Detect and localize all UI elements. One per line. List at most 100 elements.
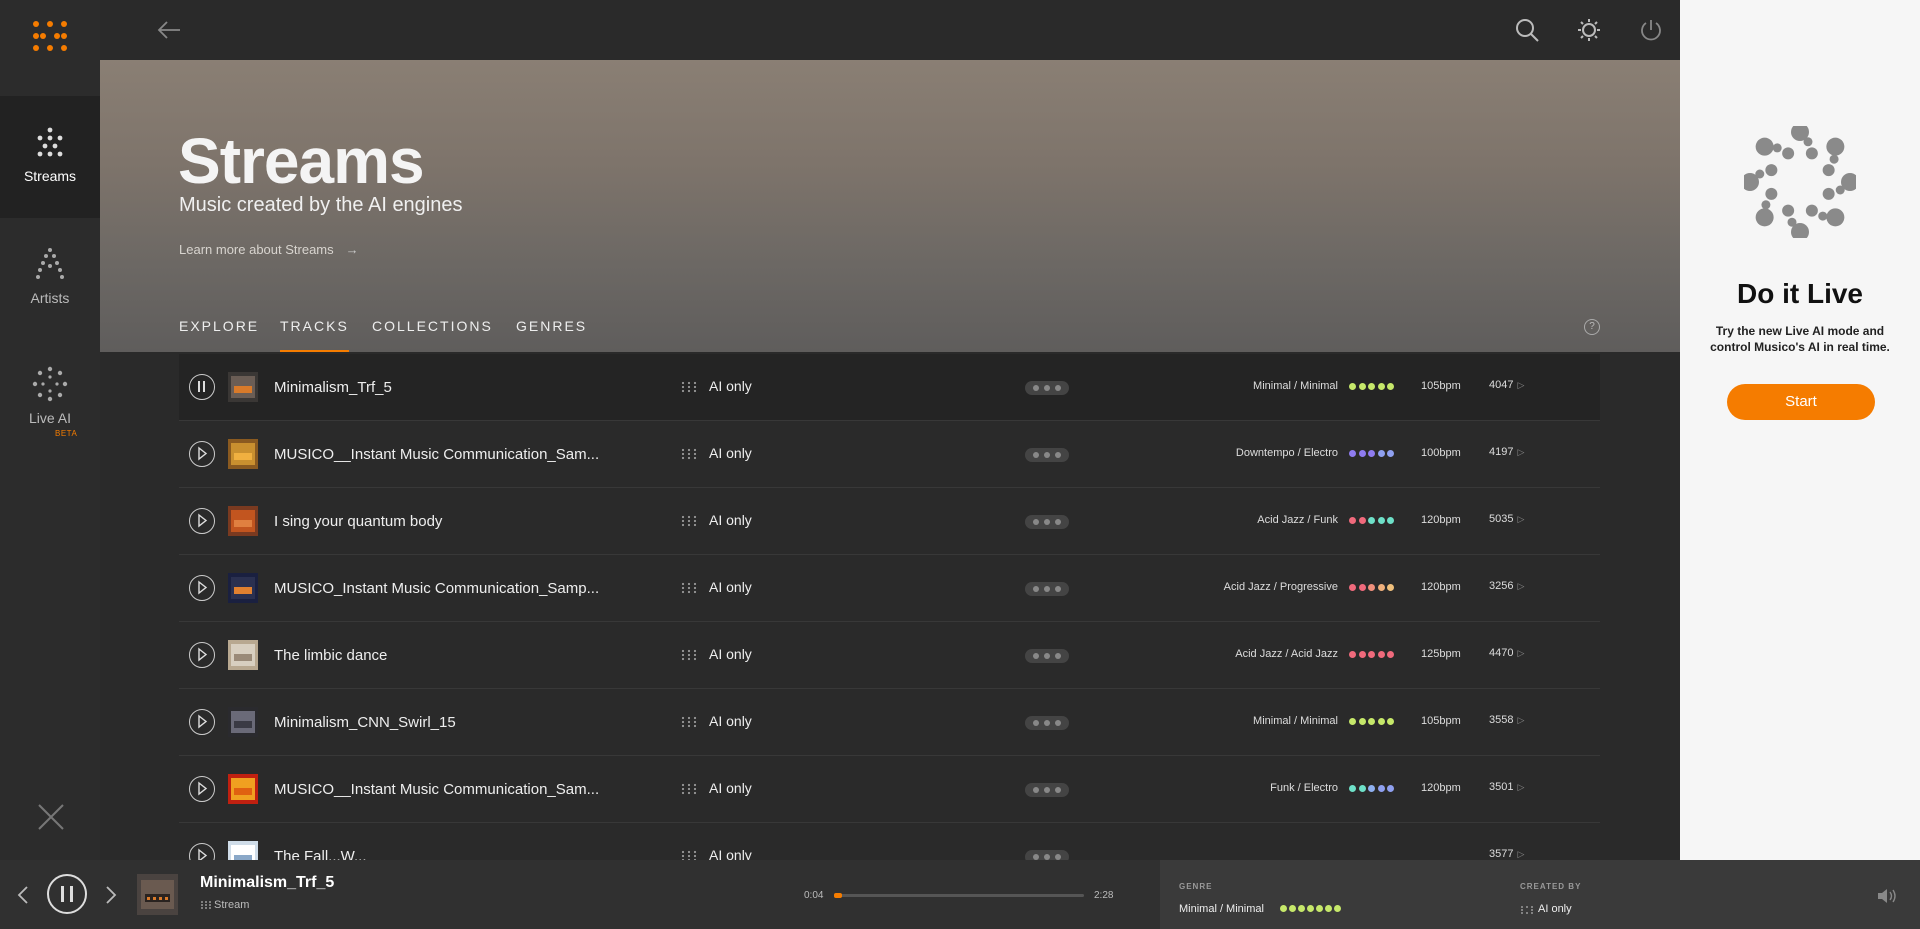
genre-color-dots — [1349, 651, 1399, 659]
genre-color-dots — [1349, 718, 1399, 726]
left-rail: Streams Artists Live AI BETA — [0, 0, 100, 860]
play-count-icon: ▷ — [1517, 849, 1525, 859]
now-playing-title[interactable]: Minimalism_Trf_5 — [200, 874, 334, 892]
track-row[interactable]: MUSICO__Instant Music Communication_Sam.… — [179, 421, 1600, 488]
more-options-button[interactable] — [1025, 448, 1069, 462]
search-icon[interactable] — [1514, 17, 1540, 43]
track-genre: Acid Jazz / Funk — [1257, 514, 1338, 526]
more-options-button[interactable] — [1025, 850, 1069, 860]
musico-logo-icon[interactable] — [28, 14, 72, 58]
tab-tracks[interactable]: TRACKS — [280, 318, 349, 352]
tab-explore[interactable]: EXPLORE — [179, 318, 259, 352]
ai-creator-icon — [681, 582, 697, 594]
rail-item-streams[interactable]: Streams — [0, 96, 100, 218]
track-title[interactable]: The limbic dance — [274, 647, 387, 664]
track-title[interactable]: Minimalism_CNN_Swirl_15 — [274, 714, 456, 731]
play-button[interactable] — [189, 575, 215, 601]
rail-item-label: Live AI — [28, 410, 72, 426]
more-options-button[interactable] — [1025, 582, 1069, 596]
gear-icon[interactable] — [1576, 17, 1602, 43]
track-artwork — [228, 841, 258, 860]
rail-item-label: Streams — [23, 168, 77, 184]
more-options-button[interactable] — [1025, 381, 1069, 395]
volume-icon[interactable] — [1876, 887, 1898, 905]
track-title[interactable]: MUSICO_Instant Music Communication_Samp.… — [274, 580, 599, 597]
more-options-button[interactable] — [1025, 716, 1069, 730]
learn-more-link[interactable]: Learn more about Streams → — [179, 242, 359, 257]
track-row[interactable]: I sing your quantum body AI only Acid Ja… — [179, 488, 1600, 555]
track-row[interactable]: The limbic dance AI only Acid Jazz / Aci… — [179, 622, 1600, 689]
more-options-button[interactable] — [1025, 783, 1069, 797]
power-icon[interactable] — [1638, 17, 1664, 43]
track-bpm: 120bpm — [1421, 782, 1461, 794]
play-button[interactable] — [189, 441, 215, 467]
live-title: Do it Live — [1736, 278, 1863, 309]
play-icon — [198, 580, 208, 595]
learn-more-label: Learn more about Streams — [179, 242, 334, 257]
play-icon — [198, 848, 208, 860]
ai-creator-icon — [1521, 906, 1533, 914]
track-play-count: 3558 — [1489, 714, 1514, 726]
previous-icon[interactable] — [16, 884, 30, 906]
play-button[interactable] — [189, 709, 215, 735]
progress-bar[interactable] — [834, 893, 1084, 898]
rail-item-label: Artists — [30, 290, 70, 306]
pause-button[interactable] — [189, 374, 215, 400]
ai-creator-icon — [681, 448, 697, 460]
now-playing-meta: GENRE Minimal / Minimal CREATED BY AI on… — [1160, 860, 1920, 929]
app: Streams Artists Live AI BETA Streams Mus… — [0, 0, 1920, 929]
beta-badge: BETA — [55, 429, 78, 438]
track-row[interactable]: The Fall...W... AI only 3577 ▷ — [179, 823, 1600, 860]
play-button[interactable] — [189, 843, 215, 860]
track-artwork — [228, 506, 258, 536]
rail-item-live-ai[interactable]: Live AI BETA — [0, 340, 100, 462]
track-title[interactable]: MUSICO__Instant Music Communication_Sam.… — [274, 446, 599, 463]
track-plays: 3558 ▷ — [1489, 714, 1524, 726]
pause-button[interactable] — [47, 874, 87, 914]
help-icon[interactable]: ? — [1584, 319, 1600, 335]
track-row[interactable]: MUSICO__Instant Music Communication_Sam.… — [179, 756, 1600, 823]
track-artwork — [228, 573, 258, 603]
tab-genres[interactable]: GENRES — [516, 318, 587, 352]
more-options-button[interactable] — [1025, 515, 1069, 529]
genre-value: Minimal / Minimal — [1179, 903, 1264, 915]
play-count-icon: ▷ — [1517, 715, 1525, 725]
play-button[interactable] — [189, 776, 215, 802]
close-icon[interactable] — [36, 802, 66, 832]
track-play-count: 4047 — [1489, 379, 1514, 391]
track-genre: Minimal / Minimal — [1253, 715, 1338, 727]
track-bpm: 100bpm — [1421, 447, 1461, 459]
now-playing-artwork — [137, 874, 178, 915]
more-options-button[interactable] — [1025, 649, 1069, 663]
genre-heading: GENRE — [1179, 882, 1213, 891]
track-title[interactable]: The Fall...W... — [274, 848, 367, 860]
pause-icon — [61, 886, 73, 902]
genre-color-dots — [1349, 785, 1399, 793]
elapsed-time: 0:04 — [804, 890, 824, 901]
track-row[interactable]: Minimalism_Trf_5 AI only Minimal / Minim… — [179, 354, 1600, 421]
track-row[interactable]: Minimalism_CNN_Swirl_15 AI only Minimal … — [179, 689, 1600, 756]
track-genre: Funk / Electro — [1270, 782, 1338, 794]
track-title[interactable]: Minimalism_Trf_5 — [274, 379, 392, 396]
progress-fill — [834, 893, 842, 898]
rail-item-artists[interactable]: Artists — [0, 218, 100, 340]
track-play-count: 3501 — [1489, 781, 1514, 793]
artists-icon — [36, 248, 64, 279]
play-icon — [198, 513, 208, 528]
stream-icon — [201, 901, 211, 909]
track-title[interactable]: I sing your quantum body — [274, 513, 442, 530]
genre-color-dots — [1280, 905, 1343, 923]
next-icon[interactable] — [104, 884, 118, 906]
track-row[interactable]: MUSICO_Instant Music Communication_Samp.… — [179, 555, 1600, 622]
ai-creator-icon — [681, 850, 697, 860]
track-artwork — [228, 439, 258, 469]
play-button[interactable] — [189, 508, 215, 534]
back-arrow-icon[interactable] — [156, 18, 182, 42]
tab-collections[interactable]: COLLECTIONS — [372, 318, 493, 352]
play-button[interactable] — [189, 642, 215, 668]
track-title[interactable]: MUSICO__Instant Music Communication_Sam.… — [274, 781, 599, 798]
now-playing-subtitle: Stream — [214, 899, 250, 911]
start-button[interactable]: Start — [1727, 384, 1875, 420]
play-count-icon: ▷ — [1517, 447, 1525, 457]
track-creator: AI only — [709, 445, 752, 461]
